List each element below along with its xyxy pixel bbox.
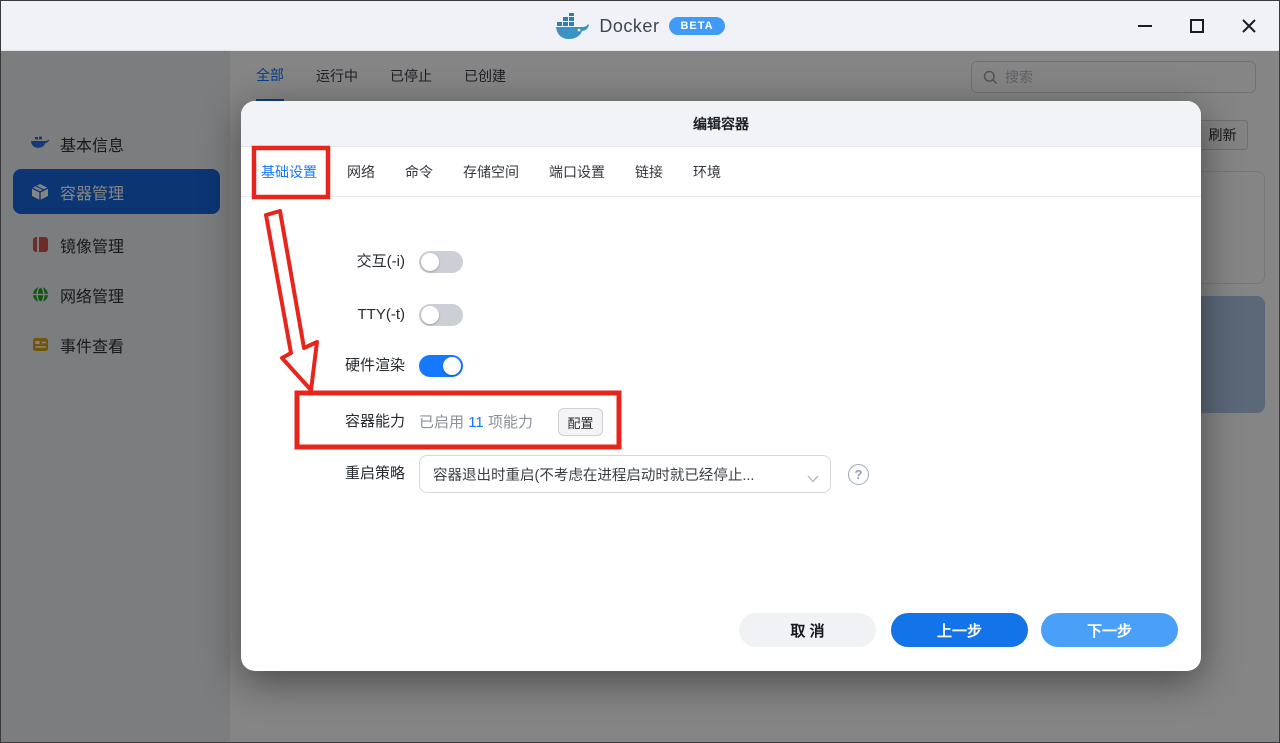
capabilities-status: 已启用 11 项能力 xyxy=(419,411,533,432)
cancel-button[interactable]: 取 消 xyxy=(739,613,876,647)
title-group: Docker BETA xyxy=(1,1,1279,51)
dialog-tabs: 基础设置 网络 命令 存储空间 端口设置 链接 环境 xyxy=(241,147,1201,197)
toggle-knob xyxy=(443,357,461,375)
restart-policy-select[interactable]: 容器退出时重启(不考虑在进程启动时就已经停止... xyxy=(419,455,831,493)
dialog-title: 编辑容器 xyxy=(241,101,1201,147)
toggle-knob xyxy=(421,253,439,271)
restart-policy-label: 重启策略 xyxy=(241,463,405,485)
app-title: Docker xyxy=(599,16,659,37)
edit-container-dialog: 编辑容器 基础设置 网络 命令 存储空间 端口设置 链接 环境 交互(-i) T… xyxy=(241,101,1201,671)
configure-capabilities-button[interactable]: 配置 xyxy=(558,408,603,436)
chevron-down-icon xyxy=(807,470,819,488)
capabilities-status-suffix: 项能力 xyxy=(488,414,533,431)
window-controls xyxy=(1131,1,1279,51)
app-window: Docker BETA xyxy=(0,0,1280,743)
capabilities-label: 容器能力 xyxy=(241,411,405,433)
beta-badge: BETA xyxy=(669,17,724,35)
tab-ports[interactable]: 端口设置 xyxy=(549,162,605,182)
maximize-button[interactable] xyxy=(1183,12,1211,40)
close-button[interactable] xyxy=(1235,12,1263,40)
next-step-button[interactable]: 下一步 xyxy=(1041,613,1178,647)
restart-policy-help-icon[interactable]: ? xyxy=(848,464,869,485)
tab-command[interactable]: 命令 xyxy=(405,162,433,182)
tab-storage[interactable]: 存储空间 xyxy=(463,162,519,182)
tab-basic-settings[interactable]: 基础设置 xyxy=(261,162,317,182)
minimize-button[interactable] xyxy=(1131,12,1159,40)
tty-label: TTY(-t) xyxy=(241,304,405,326)
previous-step-button[interactable]: 上一步 xyxy=(891,613,1028,647)
interactive-toggle[interactable] xyxy=(419,251,463,273)
tab-environment[interactable]: 环境 xyxy=(693,162,721,182)
tty-toggle[interactable] xyxy=(419,304,463,326)
capabilities-count: 11 xyxy=(468,414,484,431)
tab-links[interactable]: 链接 xyxy=(635,162,663,182)
toggle-knob xyxy=(421,306,439,324)
tab-network[interactable]: 网络 xyxy=(347,162,375,182)
hardware-render-toggle[interactable] xyxy=(419,355,463,377)
titlebar: Docker BETA xyxy=(1,1,1279,51)
docker-logo-icon xyxy=(555,13,589,39)
capabilities-status-prefix: 已启用 xyxy=(419,414,464,431)
hardware-render-label: 硬件渲染 xyxy=(241,355,405,377)
interactive-label: 交互(-i) xyxy=(241,251,405,273)
restart-policy-value: 容器退出时重启(不考虑在进程启动时就已经停止... xyxy=(433,464,754,485)
